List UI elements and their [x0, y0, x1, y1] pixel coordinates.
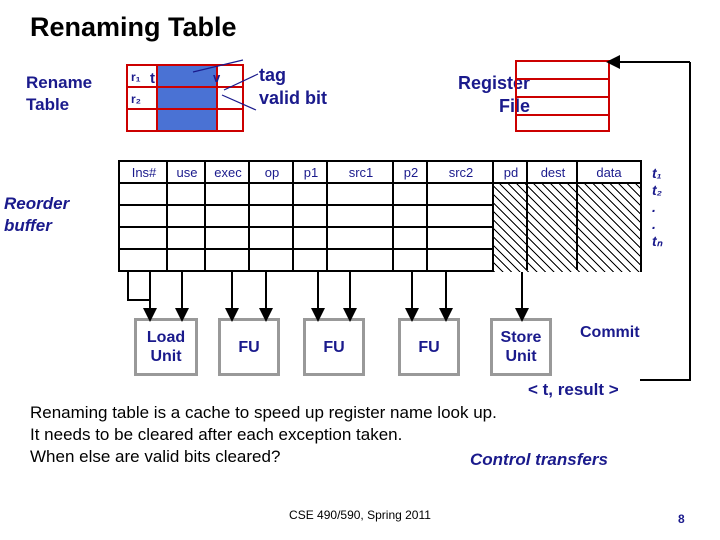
- fu-2-label: FU: [323, 338, 345, 356]
- reorder-buffer-header-dest: dest: [540, 165, 566, 180]
- body-line-1: Renaming table is a cache to speed up re…: [30, 403, 497, 422]
- tag-label: tag: [259, 65, 286, 85]
- reorder-buffer-header-data: data: [596, 165, 622, 180]
- reorder-buffer-label: Reorder buffer: [4, 193, 69, 237]
- register-file-label-line2: File: [498, 96, 530, 116]
- tag-item: t₂: [652, 182, 663, 198]
- tag-item: tₙ: [652, 233, 663, 249]
- rename-cell-r3-label: [128, 110, 158, 130]
- register-file-row: [517, 62, 608, 80]
- tag-list: t₁ t₂ . . tₙ: [652, 165, 662, 250]
- reorder-buffer-header-src1: src1: [348, 165, 374, 180]
- reorder-buffer-label-line1: Reorder: [4, 194, 70, 213]
- rename-row-label-r1: r₁: [131, 70, 141, 84]
- register-file-label-line1: Register: [457, 73, 530, 93]
- rename-col-header-v: v: [213, 70, 221, 85]
- tag-item: .: [652, 199, 656, 215]
- fu-2-box[interactable]: FU: [303, 318, 365, 376]
- rename-col-header-t: t: [150, 70, 155, 87]
- rename-table-label-line2: Table: [26, 95, 70, 114]
- tag-item: .: [652, 216, 656, 232]
- rename-cell-r3-t: [158, 110, 218, 130]
- register-file-row: [517, 116, 608, 134]
- register-file-row: [517, 80, 608, 98]
- register-file-label: Register File: [420, 72, 530, 118]
- tag-valid-bit-label: tag valid bit: [259, 64, 327, 110]
- valid-bit-label: valid bit: [259, 88, 328, 108]
- page-title: Renaming Table: [30, 12, 237, 42]
- reorder-buffer-header-p2: p2: [403, 165, 419, 180]
- fu-3-box[interactable]: FU: [398, 318, 460, 376]
- control-transfers-label: Control transfers: [470, 450, 608, 469]
- body-line-2: It needs to be cleared after each except…: [30, 425, 403, 444]
- rename-cell-r1-v: [218, 66, 242, 88]
- page-number: 8: [678, 512, 685, 526]
- store-unit-box[interactable]: Store Unit: [490, 318, 552, 376]
- rename-row-label-r2: r₂: [131, 92, 142, 106]
- load-unit-label-line2: Unit: [150, 348, 182, 365]
- rename-table-grid: [126, 64, 244, 132]
- load-unit-label-line1: Load: [146, 329, 186, 346]
- fu-1-box[interactable]: FU: [218, 318, 280, 376]
- rename-cell-r2-t: [158, 88, 218, 110]
- register-file-row: [517, 98, 608, 116]
- fu-1-label: FU: [238, 338, 260, 356]
- footer-course: CSE 490/590, Spring 2011: [289, 508, 431, 522]
- store-unit-label-line1: Store: [500, 329, 542, 346]
- result-label: < t, result >: [528, 380, 619, 399]
- reorder-buffer-header-use: use: [176, 165, 198, 180]
- tag-item: t₁: [652, 165, 662, 181]
- slide: Renaming Table Rename Table Reorder buff…: [0, 0, 720, 540]
- store-unit-label-line2: Unit: [505, 348, 537, 365]
- rename-cell-r2-v: [218, 88, 242, 110]
- reorder-buffer-header-exec: exec: [214, 165, 242, 180]
- rename-table-label: Rename Table: [26, 72, 92, 116]
- reorder-buffer-header-ins: Ins#: [131, 165, 157, 180]
- reorder-buffer-header-p1: p1: [303, 165, 319, 180]
- reorder-buffer-label-line2: buffer: [4, 216, 52, 235]
- rename-cell-r3-v: [218, 110, 242, 130]
- reorder-buffer-header-op: op: [264, 165, 280, 180]
- register-file-grid: [515, 60, 610, 132]
- reorder-buffer-grid: Ins# use exec op p1 src1 p2 src2 pd dest…: [118, 160, 642, 272]
- rename-table-label-line1: Rename: [26, 73, 93, 92]
- reorder-buffer-header-pd: pd: [503, 165, 519, 180]
- commit-label: Commit: [580, 324, 640, 341]
- load-unit-box[interactable]: Load Unit: [134, 318, 198, 376]
- reorder-buffer-header-src2: src2: [448, 165, 474, 180]
- fu-3-label: FU: [418, 338, 440, 356]
- rename-cell-r1-t: [158, 66, 218, 88]
